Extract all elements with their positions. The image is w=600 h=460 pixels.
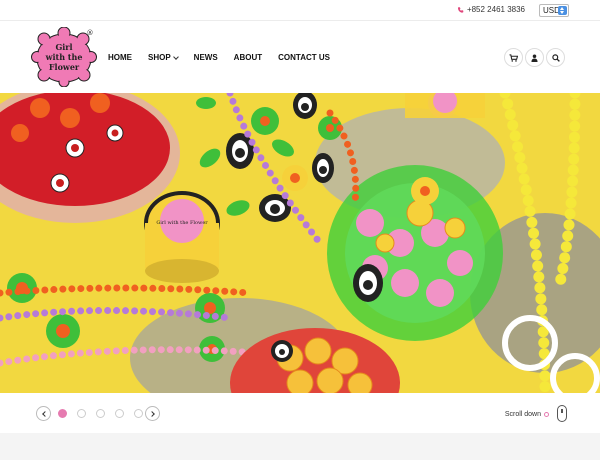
select-arrows-icon xyxy=(558,6,567,15)
next-section-band xyxy=(0,433,600,460)
chevron-left-icon xyxy=(41,410,48,417)
chevron-right-icon xyxy=(148,410,155,417)
nav-home-label: HOME xyxy=(108,53,132,62)
logo-line-3: Flower xyxy=(49,62,80,72)
top-bar: +852 2461 3836 USD xyxy=(0,0,600,21)
search-icon xyxy=(551,53,560,62)
jar-label-text: Girl with the Flower xyxy=(156,220,208,226)
cart-icon xyxy=(509,53,518,62)
hero-slide-image: Girl with the Flower xyxy=(0,93,600,393)
main-nav: HOME SHOP NEWS ABOUT CONTACT US xyxy=(108,53,346,62)
phone-icon xyxy=(457,6,464,13)
phone-contact[interactable]: +852 2461 3836 xyxy=(457,5,525,14)
nav-news-label: NEWS xyxy=(193,53,218,62)
chevron-down-icon xyxy=(172,53,179,60)
user-icon xyxy=(531,54,538,62)
logo-line-2: with the xyxy=(45,52,83,62)
slider-next-button[interactable] xyxy=(145,406,160,421)
account-button[interactable] xyxy=(525,48,544,67)
nav-home[interactable]: HOME xyxy=(108,53,132,62)
slider-dot-2[interactable] xyxy=(77,409,86,418)
slider-dot-3[interactable] xyxy=(96,409,105,418)
cart-button[interactable] xyxy=(504,48,523,67)
currency-select[interactable]: USD xyxy=(539,4,569,17)
phone-number: +852 2461 3836 xyxy=(466,5,525,14)
nav-shop[interactable]: SHOP xyxy=(148,53,179,62)
nav-contact[interactable]: CONTACT US xyxy=(278,53,330,62)
mouse-scroll-icon[interactable] xyxy=(557,405,567,422)
nav-about-label: ABOUT xyxy=(233,53,263,62)
slider-dot-5[interactable] xyxy=(134,409,143,418)
nav-contact-label: CONTACT US xyxy=(278,53,330,62)
brand-logo[interactable]: Girl with the Flower ® xyxy=(31,27,97,87)
slider-dot-1[interactable] xyxy=(58,409,67,418)
scroll-down-label: Scroll down xyxy=(504,411,541,418)
slider-dot-4[interactable] xyxy=(115,409,124,418)
nav-news[interactable]: NEWS xyxy=(194,53,218,62)
slider-prev-button[interactable] xyxy=(36,406,51,421)
slider-controls: Scroll down xyxy=(0,393,600,433)
search-button[interactable] xyxy=(546,48,565,67)
nav-shop-label: SHOP xyxy=(148,53,171,62)
logo-line-1: Girl xyxy=(55,42,72,52)
nav-about[interactable]: ABOUT xyxy=(234,53,262,62)
site-header: Girl with the Flower ® HOME SHOP NEWS AB… xyxy=(0,21,600,93)
scroll-indicator-dot xyxy=(544,412,549,417)
hero-product-photo: Girl with the Flower xyxy=(0,93,600,393)
registered-mark: ® xyxy=(87,29,94,37)
